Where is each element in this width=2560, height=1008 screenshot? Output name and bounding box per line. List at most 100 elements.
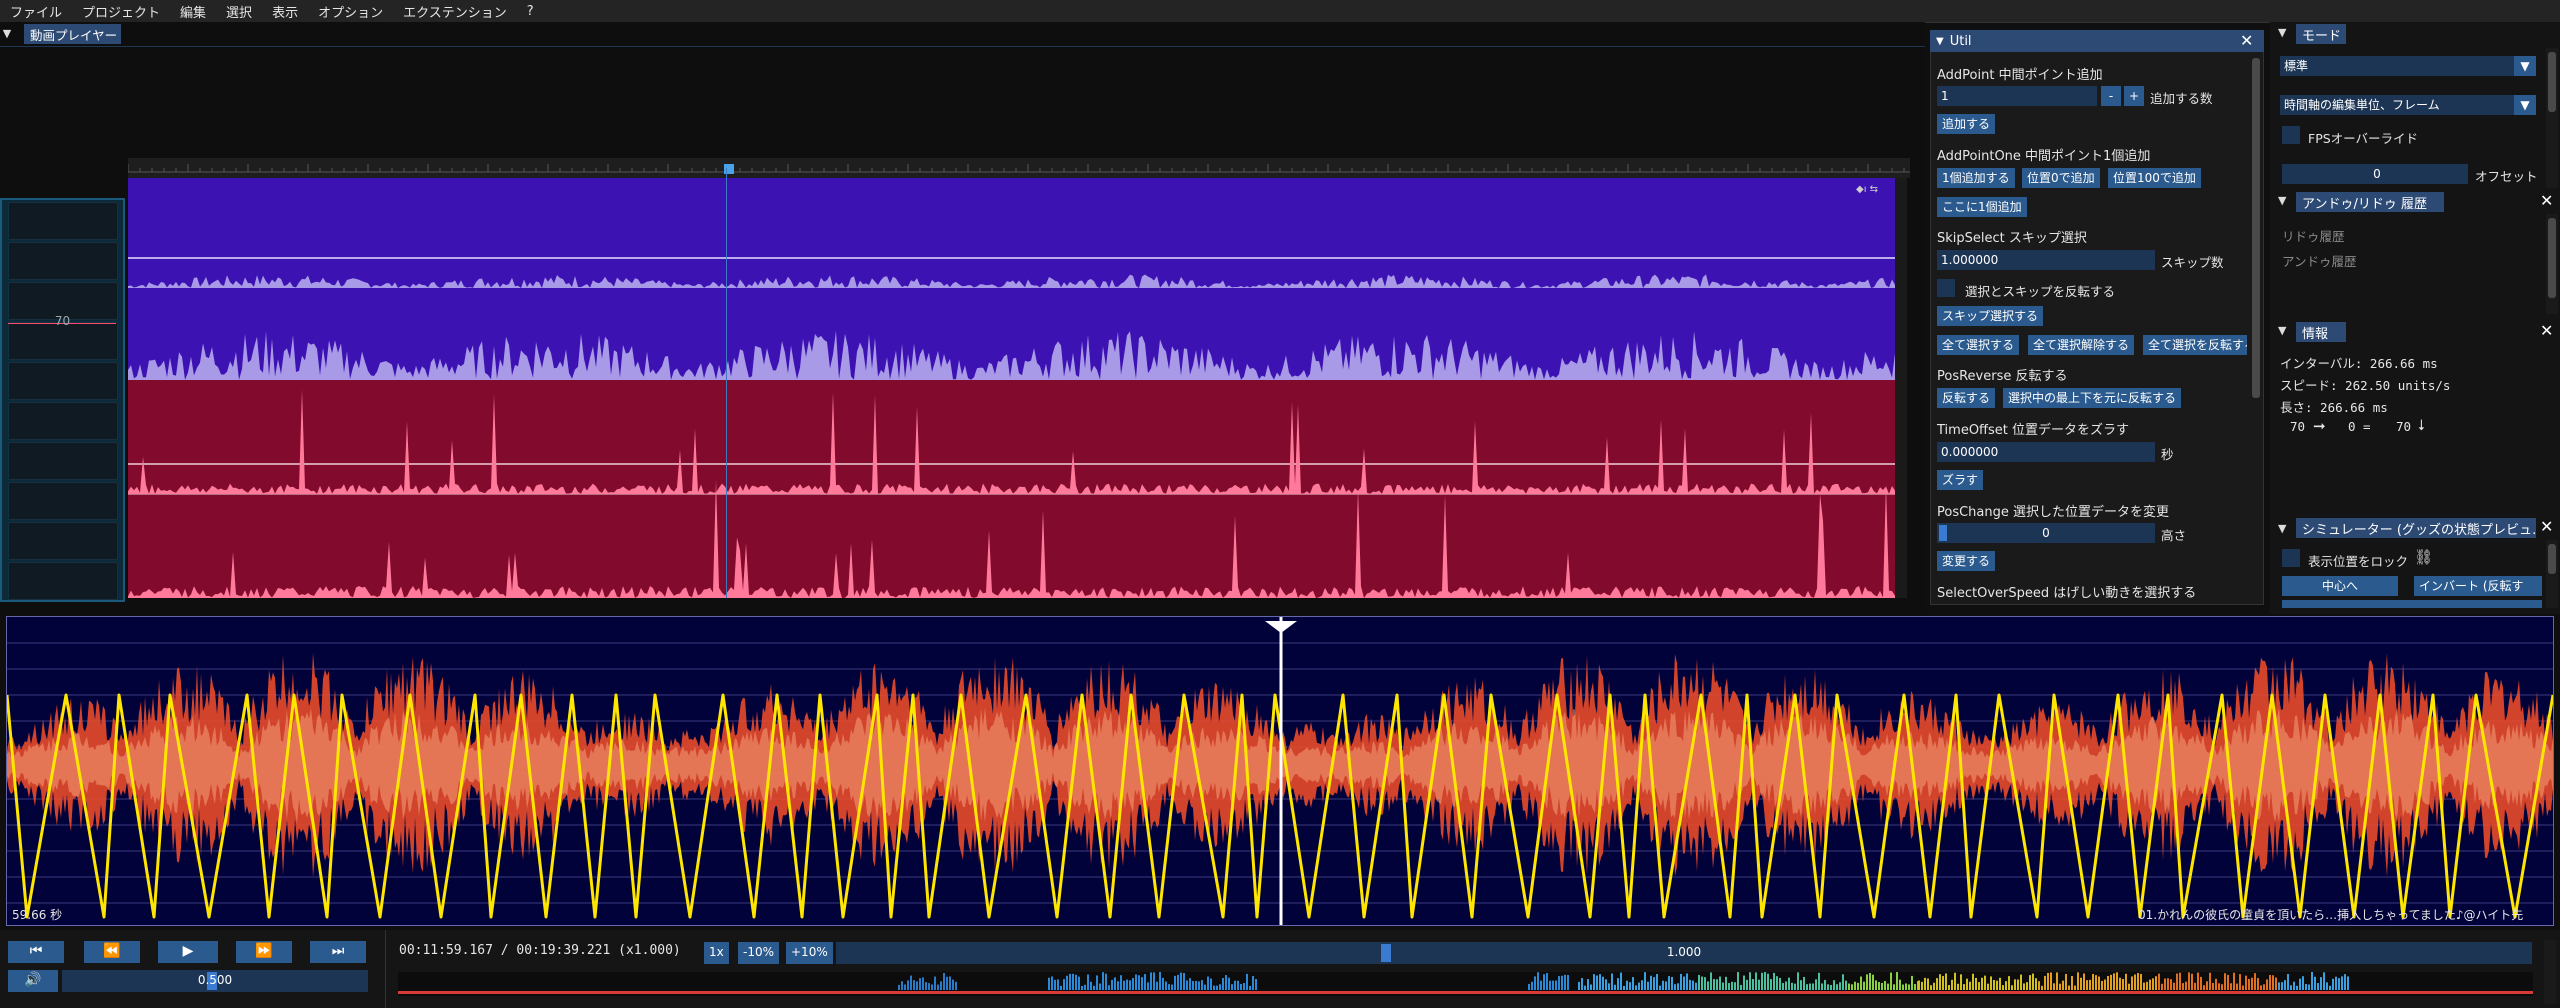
timeline-ruler[interactable] — [127, 158, 1910, 178]
invert-all-button[interactable]: 全て選択を反転する — [2143, 335, 2247, 355]
lane-purple-waveform: ◆ı ⇆ — [128, 184, 1895, 380]
seconds-label: 秒 — [2161, 447, 2174, 462]
simulator-scrollbar[interactable] — [2546, 540, 2558, 608]
fps-override-checkbox[interactable] — [2282, 126, 2300, 144]
collapse-icon[interactable]: ▼ — [2278, 324, 2290, 337]
reverse-button[interactable]: 反転する — [1937, 388, 1996, 408]
fps-override-label: FPSオーバーライド — [2308, 131, 2419, 146]
close-icon[interactable]: ✕ — [2540, 517, 2553, 536]
simulator-tab[interactable]: シミュレーター (グッズの状態プレビュ… — [2296, 518, 2536, 538]
playhead-line — [726, 168, 727, 598]
speed-thumb[interactable] — [1381, 944, 1391, 962]
skip-count-label: スキップ数 — [2161, 255, 2224, 270]
collapse-icon[interactable]: ▼ — [2278, 194, 2290, 207]
heatmap-bar[interactable] — [398, 972, 2533, 996]
chevron-down-icon[interactable]: ▼ — [2514, 95, 2536, 115]
invert-checkbox[interactable] — [1937, 279, 1955, 297]
speed-text: スピード: 262.50 units/s — [2280, 378, 2451, 393]
change-button[interactable]: 変更する — [1937, 551, 1996, 571]
video-player-tab[interactable]: 動画プレイヤー — [24, 24, 121, 44]
offset-input[interactable]: 0.000000 — [1937, 442, 2155, 462]
menu-view[interactable]: 表示 — [262, 2, 308, 21]
select-all-button[interactable]: 全て選択する — [1937, 335, 2020, 355]
time-display: 00:11:59.167 / 00:19:39.221 (x1.000) — [399, 943, 681, 958]
timeline-scrollbar[interactable] — [1895, 178, 1907, 598]
speed-1x-button[interactable]: 1x — [704, 942, 729, 964]
video-player-title: 動画プレイヤー — [30, 27, 118, 43]
add-one-button[interactable]: 1個追加する — [1937, 168, 2015, 188]
menu-options[interactable]: オプション — [308, 2, 393, 21]
increment-button[interactable]: + — [2124, 86, 2144, 106]
close-icon[interactable]: ✕ — [2540, 191, 2553, 210]
mode-scrollbar[interactable] — [2546, 48, 2558, 188]
offset-field[interactable]: 0 — [2282, 164, 2468, 184]
undo-tab[interactable]: アンドゥ/リドゥ 履歴 — [2296, 192, 2444, 212]
transport-scrollbar[interactable] — [2544, 940, 2556, 1004]
speed-plus-button[interactable]: +10% — [786, 942, 833, 964]
progress-fill — [398, 991, 2533, 994]
collapse-icon[interactable]: ▼ — [2278, 522, 2290, 535]
unit-select[interactable]: 時間軸の編集単位、フレーム — [2280, 95, 2536, 115]
divider — [0, 46, 1925, 47]
info-tab[interactable]: 情報 — [2296, 322, 2346, 342]
shift-button[interactable]: ズラす — [1937, 470, 1984, 490]
script-graph[interactable] — [6, 616, 2554, 926]
time-scale-label: 59.66 秒 — [12, 908, 63, 922]
skip-start-icon[interactable]: ⏮ — [8, 941, 64, 963]
undo-scrollbar[interactable] — [2546, 214, 2558, 314]
speed-minus-button[interactable]: -10% — [738, 942, 780, 964]
collapse-icon[interactable]: ▼ — [2278, 26, 2290, 39]
menu-select[interactable]: 選択 — [216, 2, 262, 21]
skip-end-icon[interactable]: ⏭ — [310, 941, 366, 963]
play-icon[interactable]: ▶ — [158, 941, 218, 963]
skip-count-input[interactable]: 1.000000 — [1937, 250, 2155, 270]
close-icon[interactable]: ✕ — [2540, 321, 2553, 340]
fast-forward-icon[interactable]: ⏩ — [236, 941, 292, 963]
menu-extensions[interactable]: エクステンション — [393, 2, 517, 21]
slider-thumb[interactable] — [1939, 525, 1947, 541]
lane-red[interactable] — [128, 380, 1895, 598]
rewind-icon[interactable]: ⏪ — [84, 941, 140, 963]
reverse-selection-button[interactable]: 選択中の最上下を元に反転する — [2003, 388, 2182, 408]
menu-file[interactable]: ファイル — [0, 2, 72, 21]
lock-position-checkbox[interactable] — [2282, 549, 2300, 567]
lock-position-label: 表示位置をロック — [2308, 554, 2409, 569]
mode-select[interactable]: 標準 — [2280, 56, 2536, 76]
menu-edit[interactable]: 編集 — [170, 2, 216, 21]
decrement-button[interactable]: - — [2101, 86, 2121, 106]
menu-help[interactable]: ? — [517, 4, 544, 19]
volume-slider[interactable]: 0.500 — [62, 970, 368, 992]
speaker-icon[interactable]: 🔊 — [8, 970, 58, 992]
collapse-icon[interactable]: ▼ — [0, 24, 14, 44]
invert-button[interactable]: インバート (反転す — [2414, 576, 2542, 596]
lane-icons: ◆ı ⇆ — [1856, 184, 1878, 195]
add-here-button[interactable]: ここに1個追加 — [1937, 197, 2027, 217]
skipselect-section: SkipSelect スキップ選択 — [1937, 231, 2087, 246]
collapse-icon[interactable]: ▼ — [1936, 36, 1944, 47]
playhead-marker[interactable] — [1265, 621, 1297, 633]
heatmap-canvas — [398, 972, 2533, 994]
divider — [385, 930, 386, 1008]
close-icon[interactable]: ✕ — [2240, 30, 2253, 52]
height-label: 高さ — [2161, 528, 2187, 543]
addpoint-input[interactable]: 1 — [1937, 86, 2097, 106]
center-button[interactable]: 中心へ — [2282, 576, 2398, 596]
position-slider[interactable]: 0 — [1937, 523, 2155, 543]
deselect-all-button[interactable]: 全て選択解除する — [2028, 335, 2135, 355]
hidden-row — [2282, 600, 2542, 608]
add-button[interactable]: 追加する — [1937, 114, 1996, 134]
to-value: 70 — [2396, 419, 2412, 434]
count-label: 追加する数 — [2150, 91, 2213, 106]
skip-select-button[interactable]: スキップ選択する — [1937, 306, 2044, 326]
song-title: 01.かれんの彼氏の童貞を頂いたら…挿入しちゃってました♪@ハイト先 — [2138, 908, 2524, 922]
mode-tab[interactable]: モード — [2296, 24, 2346, 44]
lane-purple[interactable]: ◆ı ⇆ — [128, 178, 1895, 380]
add-at-zero-button[interactable]: 位置0で追加 — [2022, 168, 2100, 188]
util-title-bar[interactable]: ▼ Util — [1930, 30, 2264, 52]
add-at-100-button[interactable]: 位置100で追加 — [2108, 168, 2201, 188]
menu-project[interactable]: プロジェクト — [72, 2, 170, 21]
speed-slider[interactable]: 1.000 — [836, 942, 2532, 964]
chevron-down-icon[interactable]: ▼ — [2514, 56, 2536, 76]
offset-label: オフセット — [2475, 169, 2538, 184]
util-scrollbar[interactable] — [2250, 54, 2262, 604]
